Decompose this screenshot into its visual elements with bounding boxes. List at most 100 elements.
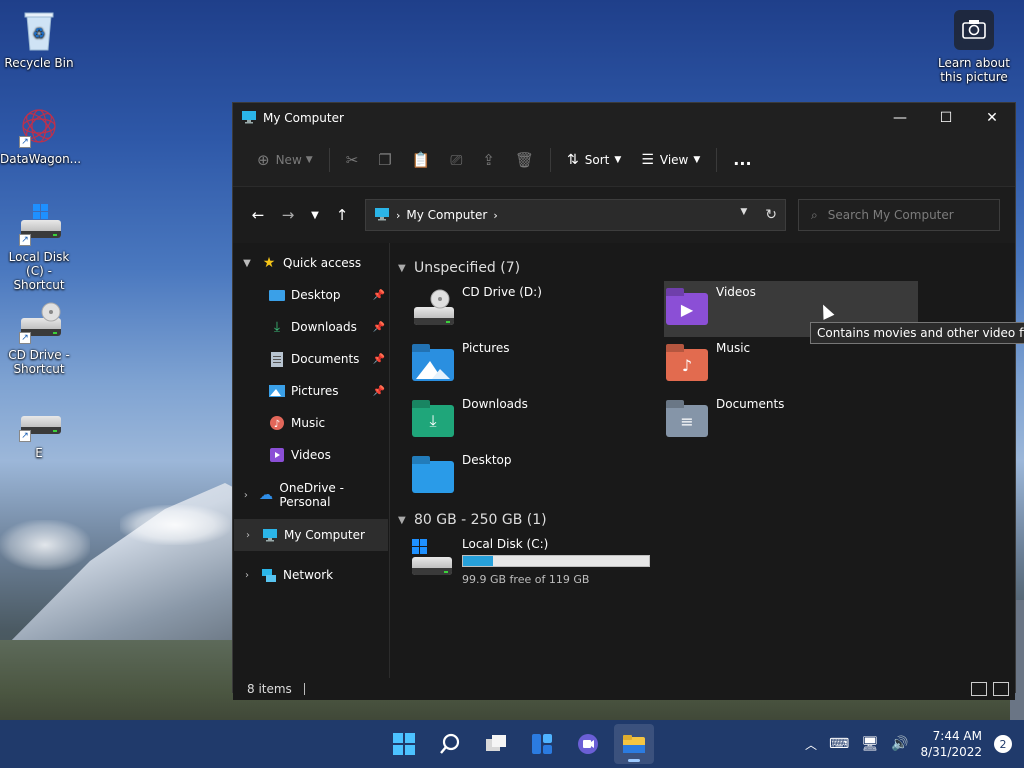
- item-label: Music: [716, 341, 751, 355]
- sidebar-item-music[interactable]: ♪ Music: [233, 407, 389, 439]
- desktop-icon-e-drive[interactable]: ↗ E: [0, 398, 78, 460]
- breadcrumb-my-computer[interactable]: My Computer: [406, 208, 487, 222]
- item-label: Downloads: [462, 397, 528, 411]
- address-bar[interactable]: › My Computer › ▼ ↻: [365, 199, 786, 231]
- sidebar-item-documents[interactable]: Documents 📌: [233, 343, 389, 375]
- view-button[interactable]: ☰ View ▼: [631, 144, 710, 176]
- chevron-right-icon[interactable]: ›: [493, 209, 497, 222]
- desktop-icon-local-disk-shortcut[interactable]: ↗ Local Disk (C) - Shortcut: [0, 202, 78, 292]
- pin-icon[interactable]: 📌: [373, 354, 385, 365]
- sidebar-item-network[interactable]: › Network: [233, 559, 389, 591]
- item-pictures[interactable]: Pictures: [410, 337, 664, 393]
- clock-time: 7:44 AM: [932, 729, 982, 743]
- search-button[interactable]: [430, 724, 470, 764]
- keyboard-icon[interactable]: ⌨: [829, 736, 849, 752]
- close-button[interactable]: ✕: [969, 103, 1015, 133]
- up-button[interactable]: ↑: [327, 200, 357, 230]
- desktop-icon-datawagon[interactable]: ↗ DataWagon...: [0, 104, 81, 166]
- desktop-icon-recycle-bin[interactable]: ♻ Recycle Bin: [0, 8, 78, 70]
- pin-icon[interactable]: 📌: [373, 386, 385, 397]
- large-icons-view-icon[interactable]: [993, 682, 1009, 696]
- maximize-button[interactable]: ☐: [923, 103, 969, 133]
- refresh-icon[interactable]: ↻: [765, 207, 777, 223]
- chevron-down-icon: ▼: [311, 209, 319, 221]
- widgets-icon: [532, 734, 552, 754]
- forward-button[interactable]: →: [273, 200, 303, 230]
- group-header-label: Unspecified (7): [414, 260, 521, 276]
- address-row: ← → ▼ ↑ › My Computer › ▼ ↻ ⌕ Search My …: [233, 187, 1015, 243]
- more-options-button[interactable]: ...: [723, 144, 761, 176]
- chevron-right-icon[interactable]: ›: [234, 530, 262, 541]
- sidebar-item-videos[interactable]: Videos: [233, 439, 389, 471]
- chevron-right-icon[interactable]: ›: [233, 570, 261, 581]
- task-view-button[interactable]: [476, 724, 516, 764]
- volume-icon[interactable]: 🔊: [891, 736, 908, 752]
- show-hidden-icons-chevron-icon[interactable]: ︿: [805, 736, 817, 753]
- group-header-capacity[interactable]: ▼ 80 GB - 250 GB (1): [398, 507, 1009, 533]
- details-view-icon[interactable]: [971, 682, 987, 696]
- chevron-right-icon[interactable]: ›: [233, 490, 259, 501]
- minimize-button[interactable]: —: [877, 103, 923, 133]
- sidebar-item-pictures[interactable]: Pictures 📌: [233, 375, 389, 407]
- shortcut-arrow-icon: ↗: [19, 430, 31, 442]
- chevron-down-icon[interactable]: ▼: [398, 515, 414, 526]
- cut-button[interactable]: ✂: [336, 144, 369, 176]
- sidebar-item-downloads[interactable]: ⤓ Downloads 📌: [233, 311, 389, 343]
- clock-date: 8/31/2022: [920, 745, 982, 759]
- group-header-unspecified[interactable]: ▼ Unspecified (7): [398, 255, 1009, 281]
- item-downloads[interactable]: ⤓ Downloads: [410, 393, 664, 449]
- copy-button[interactable]: ❐: [368, 144, 401, 176]
- pin-icon[interactable]: 📌: [373, 322, 385, 333]
- clock[interactable]: 7:44 AM 8/31/2022: [920, 728, 982, 760]
- search-input[interactable]: ⌕ Search My Computer: [798, 199, 1000, 231]
- desktop-icon-cd-drive-shortcut[interactable]: ↗ CD Drive - Shortcut: [0, 300, 78, 376]
- share-button[interactable]: ⇪: [472, 144, 505, 176]
- sidebar-item-quick-access[interactable]: ▼ ★ Quick access: [233, 247, 389, 279]
- datawagon-icon: ↗: [17, 104, 61, 148]
- chevron-down-icon[interactable]: ▼: [398, 263, 414, 274]
- title-bar[interactable]: My Computer — ☐ ✕: [233, 103, 1015, 133]
- downloads-folder-icon: ⤓: [410, 397, 456, 443]
- item-label: Desktop: [462, 453, 512, 467]
- chat-icon: [578, 734, 598, 754]
- sidebar-item-label: Network: [283, 568, 334, 582]
- sidebar-item-desktop[interactable]: Desktop 📌: [233, 279, 389, 311]
- item-documents[interactable]: ≡ Documents: [664, 393, 918, 449]
- sidebar-item-my-computer[interactable]: › My Computer: [234, 519, 388, 551]
- status-divider: [303, 683, 305, 695]
- share-icon: ⇪: [482, 150, 495, 169]
- item-local-disk-c[interactable]: Local Disk (C:) 99.9 GB free of 119 GB: [410, 533, 1009, 586]
- sort-button[interactable]: ⇅ Sort ▼: [557, 144, 631, 176]
- computer-icon: [262, 527, 278, 543]
- chevron-down-icon: ▼: [305, 154, 313, 165]
- new-button[interactable]: ⊕ New ▼: [247, 144, 323, 176]
- trash-icon: 🗑: [515, 150, 535, 169]
- arrow-left-icon: ←: [251, 206, 265, 224]
- rename-button[interactable]: ⎚: [440, 144, 472, 176]
- start-button[interactable]: [384, 724, 424, 764]
- teams-chat-button[interactable]: [568, 724, 608, 764]
- notification-badge[interactable]: 2: [994, 735, 1012, 753]
- delete-button[interactable]: 🗑: [505, 144, 544, 176]
- search-icon: [440, 733, 460, 754]
- music-folder-icon: ♪: [664, 341, 710, 387]
- chevron-right-icon[interactable]: ›: [396, 209, 400, 222]
- network-status-icon[interactable]: 🖥: [861, 736, 879, 752]
- recent-locations-button[interactable]: ▼: [303, 200, 327, 230]
- address-dropdown-chevron-icon[interactable]: ▼: [740, 207, 747, 223]
- chevron-down-icon[interactable]: ▼: [233, 258, 261, 269]
- desktop-icon-learn-about-picture[interactable]: Learn about this picture: [935, 8, 1013, 84]
- view-list-icon: ☰: [641, 151, 654, 168]
- widgets-button[interactable]: [522, 724, 562, 764]
- videos-folder-icon: ▶: [664, 285, 710, 331]
- sidebar-item-onedrive[interactable]: › ☁ OneDrive - Personal: [233, 479, 389, 511]
- paste-button[interactable]: 📋: [402, 144, 441, 176]
- pin-icon[interactable]: 📌: [373, 290, 385, 301]
- item-desktop[interactable]: Desktop: [410, 449, 664, 505]
- file-explorer-taskbar-button[interactable]: [614, 724, 654, 764]
- toolbar-divider: [716, 147, 718, 172]
- item-cd-drive[interactable]: CD Drive (D:): [410, 281, 664, 337]
- back-button[interactable]: ←: [243, 200, 273, 230]
- item-music[interactable]: ♪ Music: [664, 337, 918, 393]
- search-icon: ⌕: [811, 207, 818, 222]
